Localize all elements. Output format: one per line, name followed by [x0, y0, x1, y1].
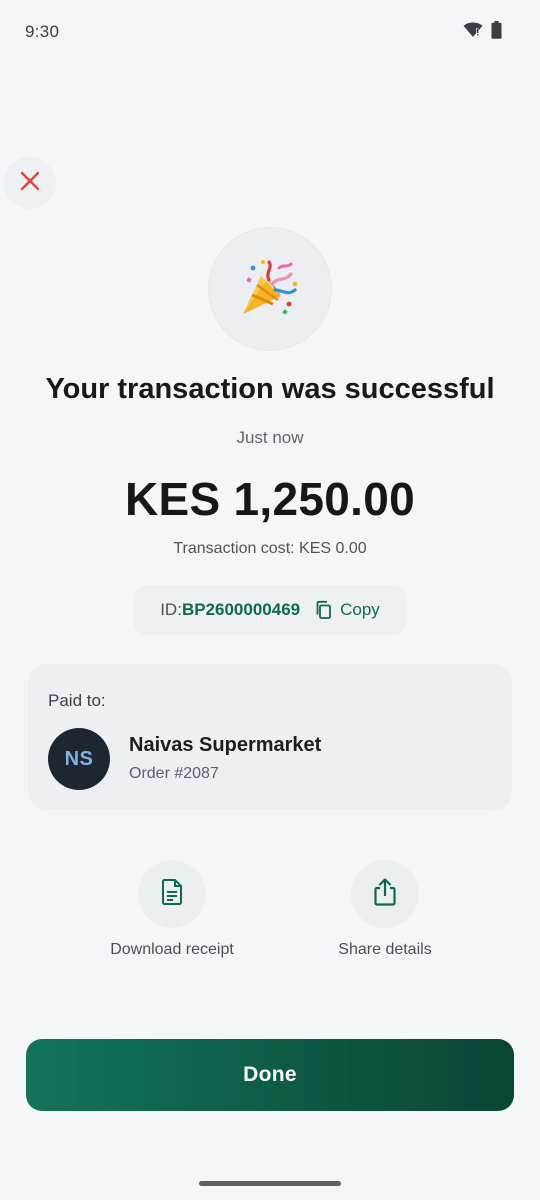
merchant-name: Naivas Supermarket	[129, 734, 322, 756]
battery-icon	[491, 20, 502, 44]
transaction-cost: Transaction cost: KES 0.00	[173, 540, 367, 557]
success-title: Your transaction was successful	[45, 373, 495, 405]
order-number: Order #2087	[129, 765, 219, 782]
transaction-time: Just now	[236, 428, 304, 447]
share-details-action[interactable]: Share details	[285, 860, 485, 959]
share-details-button[interactable]	[351, 860, 419, 928]
transaction-amount: KES 1,250.00	[124, 473, 416, 525]
status-time: 9:30	[25, 22, 60, 41]
wifi-icon	[463, 22, 483, 43]
paid-to-label: Paid to:	[48, 691, 106, 710]
paid-to-card: Paid to: NS Naivas Supermarket Order #20…	[28, 664, 512, 810]
share-icon	[373, 877, 397, 911]
copy-icon[interactable]	[314, 600, 334, 620]
done-button[interactable]: Done	[26, 1039, 514, 1111]
merchant-avatar: NS	[48, 728, 110, 790]
receipt-icon	[161, 878, 183, 910]
download-receipt-button[interactable]	[138, 860, 206, 928]
celebration-badge	[208, 227, 332, 351]
download-receipt-action[interactable]: Download receipt	[72, 860, 272, 959]
download-receipt-label: Download receipt	[110, 941, 234, 958]
home-indicator[interactable]	[199, 1181, 341, 1186]
transaction-id-prefix: ID:	[160, 600, 182, 619]
status-bar: 9:30	[0, 0, 540, 64]
close-icon	[20, 171, 40, 196]
party-popper-icon	[239, 256, 301, 323]
transaction-id-value: BP2600000469	[181, 600, 301, 619]
payment-success-screen: 9:30 Your transaction was successful Jus…	[0, 0, 540, 1200]
transaction-id-pill: ID: BP2600000469 Copy	[133, 585, 407, 635]
close-button[interactable]	[4, 157, 56, 209]
share-details-label: Share details	[338, 941, 432, 958]
status-icons	[463, 20, 502, 44]
copy-button[interactable]: Copy	[340, 600, 380, 620]
